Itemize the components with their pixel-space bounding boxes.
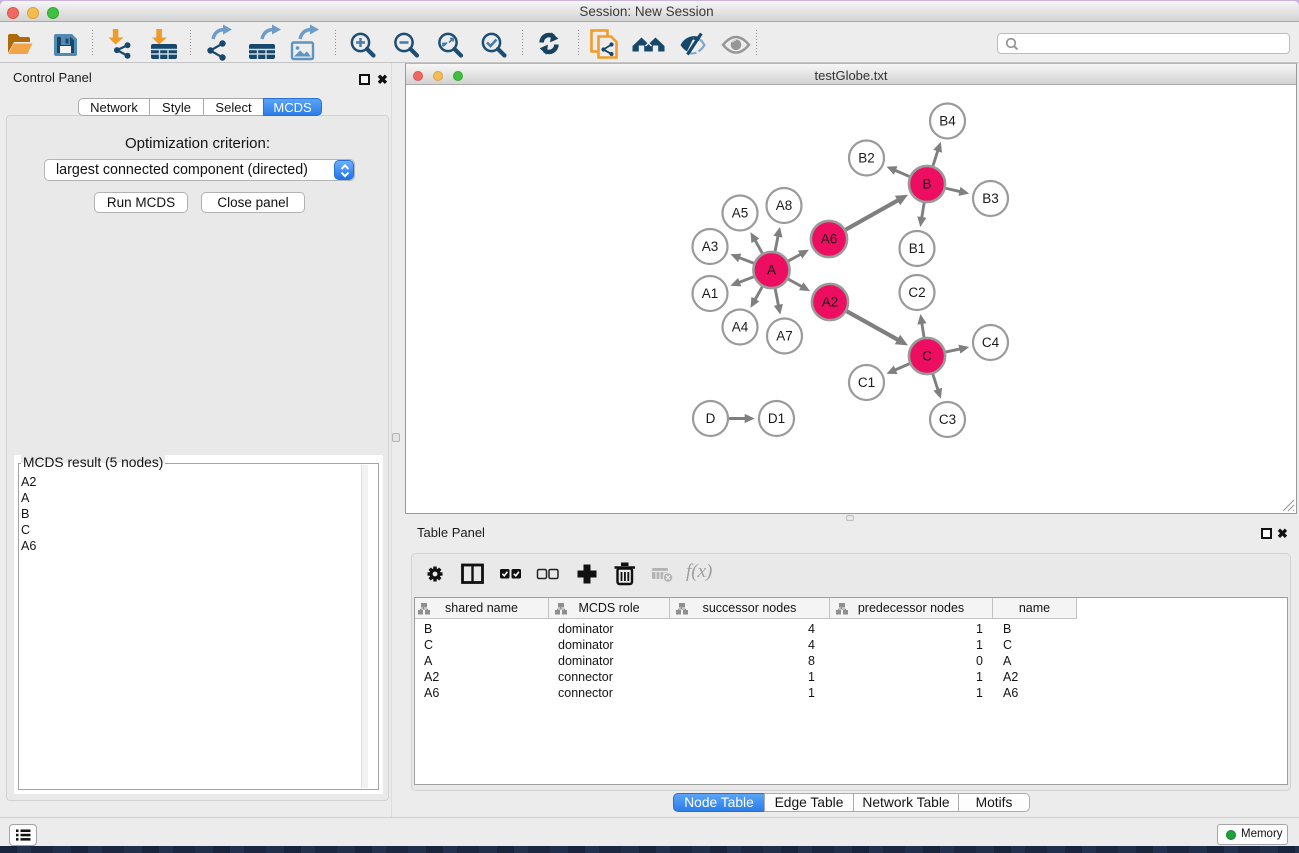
svg-text:C4: C4 (982, 335, 1000, 350)
svg-text:A1: A1 (702, 286, 719, 301)
svg-text:B2: B2 (858, 151, 875, 166)
svg-text:C: C (922, 349, 932, 364)
svg-text:B3: B3 (982, 191, 999, 206)
svg-text:A6: A6 (821, 232, 838, 247)
svg-text:A7: A7 (776, 329, 793, 344)
svg-text:A4: A4 (732, 320, 749, 335)
svg-text:D: D (706, 411, 716, 426)
svg-text:B: B (922, 177, 931, 192)
svg-text:B1: B1 (909, 241, 926, 256)
svg-text:C3: C3 (939, 412, 956, 427)
svg-text:B4: B4 (939, 114, 956, 129)
svg-text:A3: A3 (702, 239, 719, 254)
svg-text:A8: A8 (776, 198, 793, 213)
svg-text:C2: C2 (908, 285, 925, 300)
svg-text:A: A (767, 263, 776, 278)
svg-text:C1: C1 (858, 375, 875, 390)
svg-text:D1: D1 (768, 411, 785, 426)
svg-text:A5: A5 (732, 206, 749, 221)
svg-text:A2: A2 (822, 295, 839, 310)
